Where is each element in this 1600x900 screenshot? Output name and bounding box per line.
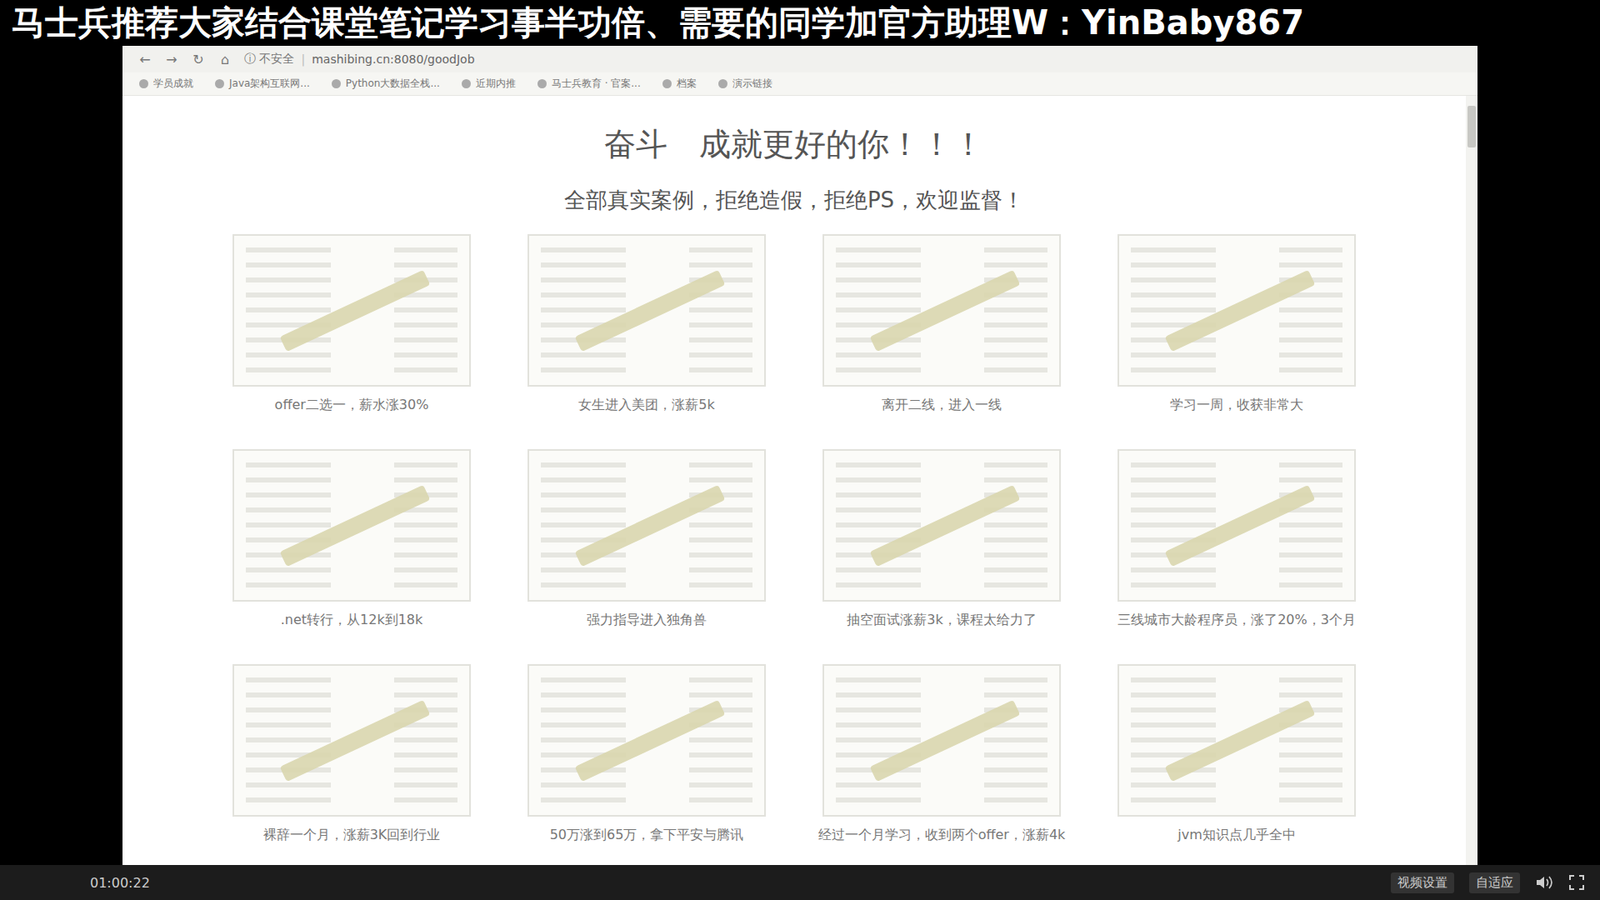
case-caption: offer二选一，薪水涨30%: [275, 395, 430, 415]
browser-window: ← → ↻ ⌂ ⓘ 不安全|mashibing.cn:8080/goodJob 学员成就 J…: [122, 45, 1478, 865]
case-caption: 三线城市大龄程序员，涨了20%，3个月: [1117, 610, 1356, 630]
page-title: 奋斗 成就更好的你！！！: [604, 124, 985, 165]
case-caption: 裸辞一个月，涨薪3K回到行业: [263, 825, 441, 845]
scroll-thumb[interactable]: [1467, 105, 1476, 148]
bookmark-icon: [215, 79, 225, 89]
case-card[interactable]: 裸辞一个月，涨薪3K回到行业: [232, 664, 471, 845]
case-card[interactable]: 强力指导进入独角兽: [527, 449, 766, 630]
case-caption: .net转行，从12k到18k: [280, 610, 424, 630]
case-caption: 50万涨到65万，拿下平安与腾讯: [550, 825, 745, 845]
bookmarks-bar: 学员成就 Java架构互联网... Python大数据全栈... 近期内推 马士兵教育 …: [122, 72, 1478, 96]
security-label: ⓘ 不安全: [244, 51, 295, 67]
case-screenshot: [232, 234, 471, 387]
bookmark[interactable]: 近期内推: [461, 76, 516, 91]
case-card[interactable]: jvm知识点几乎全中: [1117, 664, 1356, 845]
case-card[interactable]: 抽空面试涨薪3k，课程太给力了: [822, 449, 1061, 630]
address-bar[interactable]: ⓘ 不安全|mashibing.cn:8080/goodJob: [244, 51, 475, 67]
case-caption: 女生进入美团，涨薪5k: [578, 395, 715, 415]
bookmark-icon: [662, 79, 672, 89]
player-button[interactable]: 自适应: [1469, 872, 1520, 894]
case-grid: offer二选一，薪水涨30% 女生进入美团，涨薪5k 离开二线，进入一线 学习一周，…: [232, 234, 1356, 845]
player-bar: 01:00:22 视频设置自适应: [0, 865, 1600, 900]
case-caption: 抽空面试涨薪3k，课程太给力了: [846, 610, 1036, 630]
bookmark-icon: [718, 79, 728, 89]
nav-button[interactable]: →: [164, 51, 180, 68]
url-text: mashibing.cn:8080/goodJob: [311, 52, 475, 66]
bookmark[interactable]: 演示链接: [718, 76, 773, 91]
case-screenshot: [527, 234, 766, 387]
nav-button[interactable]: ←: [137, 51, 153, 68]
player-button[interactable]: 视频设置: [1390, 872, 1455, 894]
volume-icon[interactable]: [1535, 874, 1554, 891]
case-screenshot: [232, 449, 471, 602]
case-card[interactable]: 学习一周，收获非常大: [1117, 234, 1356, 415]
page-subtitle: 全部真实案例，拒绝造假，拒绝PS，欢迎监督！: [564, 185, 1025, 215]
play-time: 01:00:22: [90, 875, 150, 891]
banner: 马士兵推荐大家结合课堂笔记学习事半功倍、需要的同学加官方助理W：YinBaby8…: [0, 0, 1600, 46]
bookmark-icon: [331, 79, 341, 89]
case-screenshot: [1117, 449, 1356, 602]
bookmark[interactable]: 学员成就: [139, 76, 194, 91]
bookmark-icon: [537, 79, 547, 89]
case-screenshot: [1117, 664, 1356, 817]
nav-button[interactable]: ⌂: [217, 51, 233, 68]
case-screenshot: [1117, 234, 1356, 387]
case-caption: 经过一个月学习，收到两个offer，涨薪4k: [818, 825, 1066, 845]
bookmark[interactable]: Java架构互联网...: [215, 76, 310, 91]
case-screenshot: [232, 664, 471, 817]
case-card[interactable]: offer二选一，薪水涨30%: [232, 234, 471, 415]
bookmark[interactable]: 马士兵教育 · 官案...: [537, 76, 641, 91]
case-caption: jvm知识点几乎全中: [1177, 825, 1296, 845]
case-caption: 离开二线，进入一线: [881, 395, 1002, 415]
case-screenshot: [527, 664, 766, 817]
bookmark-icon: [461, 79, 471, 89]
bookmark-icon: [139, 79, 149, 89]
case-screenshot: [527, 449, 766, 602]
case-caption: 强力指导进入独角兽: [586, 610, 707, 630]
bookmark[interactable]: 档案: [662, 76, 697, 91]
case-card[interactable]: 离开二线，进入一线: [822, 234, 1061, 415]
case-screenshot: [822, 234, 1061, 387]
case-card[interactable]: .net转行，从12k到18k: [232, 449, 471, 630]
case-card[interactable]: 50万涨到65万，拿下平安与腾讯: [527, 664, 766, 845]
bookmark[interactable]: Python大数据全栈...: [331, 76, 440, 91]
browser-toolbar: ← → ↻ ⌂ ⓘ 不安全|mashibing.cn:8080/goodJob: [122, 45, 1478, 73]
case-screenshot: [822, 664, 1061, 817]
case-card[interactable]: 女生进入美团，涨薪5k: [527, 234, 766, 415]
case-screenshot: [822, 449, 1061, 602]
nav-button[interactable]: ↻: [190, 51, 206, 68]
case-card[interactable]: 三线城市大龄程序员，涨了20%，3个月: [1117, 449, 1356, 630]
video-screen: 马士兵推荐大家结合课堂笔记学习事半功倍、需要的同学加官方助理W：YinBaby8…: [0, 0, 1600, 900]
case-caption: 学习一周，收获非常大: [1170, 395, 1304, 415]
case-card[interactable]: 经过一个月学习，收到两个offer，涨薪4k: [822, 664, 1061, 845]
page-content: 奋斗 成就更好的你！！！ 全部真实案例，拒绝造假，拒绝PS，欢迎监督！ offer二…: [122, 95, 1466, 865]
fullscreen-icon[interactable]: [1568, 874, 1585, 891]
scrollbar[interactable]: [1465, 95, 1478, 865]
